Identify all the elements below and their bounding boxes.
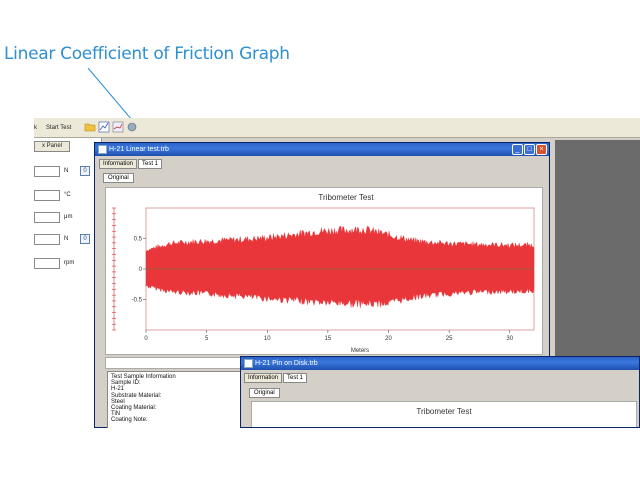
force-field[interactable] <box>34 234 60 245</box>
close-icon[interactable]: × <box>536 144 547 155</box>
x-tick-label: 20 <box>385 336 392 342</box>
open-folder-icon[interactable] <box>84 121 96 133</box>
pin-on-disk-window: H-21 Pin on Disk.trb Information Test 1 … <box>240 356 640 428</box>
start-test-button[interactable]: Start Test <box>46 125 71 131</box>
tab-test-1[interactable]: Test 1 <box>138 159 163 169</box>
main-toolbar: k Start Test <box>34 118 640 138</box>
y-tick-label: -0.5 <box>132 298 143 304</box>
friction-series-area <box>145 225 535 309</box>
window1-titlebar[interactable]: H-21 Linear test.trb _ □ × <box>95 143 549 156</box>
x-tick-label: 30 <box>506 336 513 342</box>
tab-original[interactable]: Original <box>103 173 134 183</box>
app-icon <box>98 145 107 154</box>
x-tick-label: 0 <box>144 336 148 342</box>
temperature-field[interactable] <box>34 190 60 201</box>
application-window: k Start Test x Panel N 0 °C μm N 0 rpm H… <box>34 118 640 428</box>
load-unit: N <box>64 168 69 174</box>
force-zero-button[interactable]: 0 <box>80 234 90 244</box>
speed-field[interactable] <box>34 258 60 269</box>
temperature-unit: °C <box>64 192 71 198</box>
panel-button[interactable]: x Panel <box>34 141 70 152</box>
y-tick-label: 0 <box>139 267 143 273</box>
settings-icon[interactable] <box>126 121 138 133</box>
pin-on-disk-chart: Tribometer Test <box>251 401 637 427</box>
x-tick-label: 15 <box>325 336 332 342</box>
window1-title: H-21 Linear test.trb <box>109 146 169 153</box>
chart-icon[interactable] <box>112 121 124 133</box>
window2-titlebar[interactable]: H-21 Pin on Disk.trb <box>241 357 639 370</box>
control-panel: x Panel N 0 °C μm N 0 rpm <box>34 138 102 428</box>
toolbar-item-k[interactable]: k <box>34 125 37 131</box>
load-zero-button[interactable]: 0 <box>80 166 90 176</box>
speed-unit: rpm <box>64 260 75 266</box>
force-unit: N <box>64 236 69 242</box>
x-tick-label: 25 <box>446 336 453 342</box>
screenshot-stage: Linear Coefficient of Friction Graph k S… <box>0 0 640 480</box>
x-tick-label: 10 <box>264 336 271 342</box>
chart-title: Tribometer Test <box>416 407 472 416</box>
tab-information[interactable]: Information <box>244 373 283 383</box>
app-icon <box>244 359 253 368</box>
tab-information[interactable]: Information <box>99 159 138 169</box>
depth-field[interactable] <box>34 212 60 223</box>
tab-original[interactable]: Original <box>249 388 280 398</box>
load-field[interactable] <box>34 166 60 177</box>
info-line: Coating Note: <box>111 417 148 424</box>
minimize-icon[interactable]: _ <box>512 144 523 155</box>
friction-chart-panel: Tribometer Test 0 5 10 15 20 25 30 0.5 0 -0.5 Met… <box>105 187 543 355</box>
graph-icon[interactable] <box>98 121 110 133</box>
y-tick-label: 0.5 <box>134 237 143 243</box>
maximize-icon[interactable]: □ <box>524 144 535 155</box>
test-information-box: Test Sample Information Sample ID: H-21 Sub… <box>107 371 247 428</box>
chart-title: Tribometer Test <box>318 193 374 202</box>
tab-test-1[interactable]: Test 1 <box>283 373 308 383</box>
x-axis-label: Meters <box>351 348 369 354</box>
window2-title: H-21 Pin on Disk.trb <box>255 360 318 367</box>
x-tick-label: 5 <box>205 336 209 342</box>
depth-unit: μm <box>64 214 73 220</box>
friction-chart: Tribometer Test 0 5 10 15 20 25 30 0.5 0 -0.5 Met… <box>112 193 535 354</box>
